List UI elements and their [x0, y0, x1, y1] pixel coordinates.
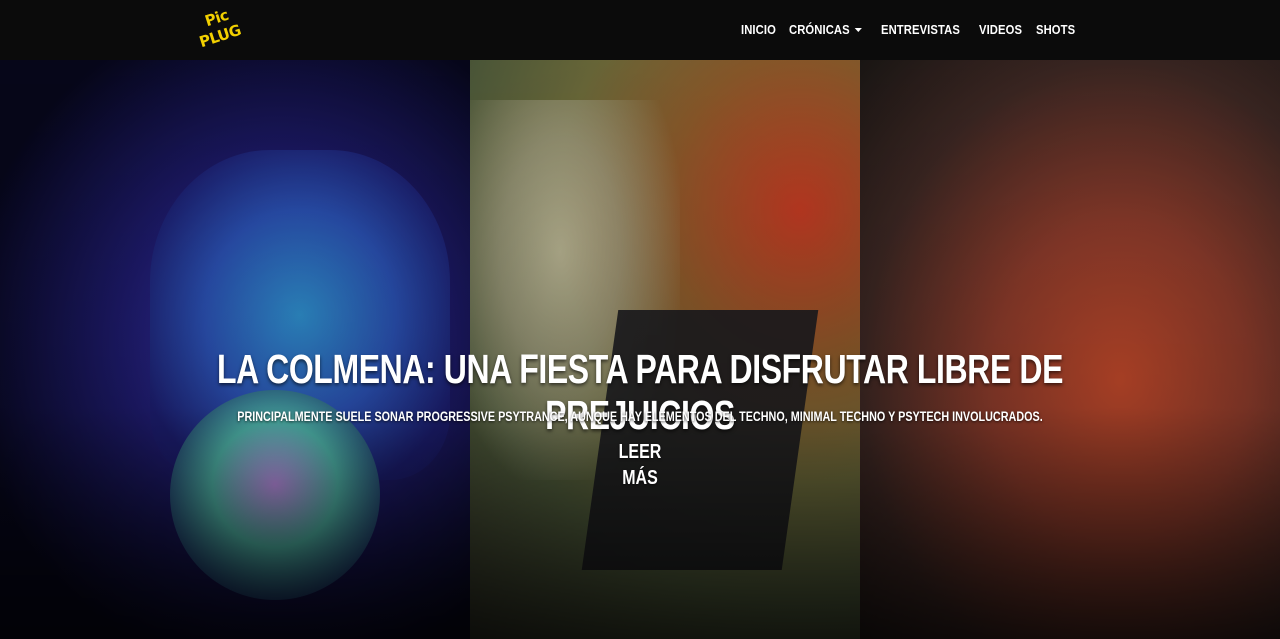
- nav-item-inicio[interactable]: INICIO: [741, 21, 776, 39]
- nav-item-cronicas-label: CRÓNICAS: [789, 23, 851, 37]
- logo-text-line2: PLUG: [197, 20, 244, 52]
- chevron-down-icon: [855, 28, 863, 32]
- nav-item-entrevistas[interactable]: ENTREVISTAS: [881, 21, 960, 39]
- hero-carousel: LA COLMENA: UNA FIESTA PARA DISFRUTAR LI…: [0, 60, 1280, 639]
- brand-logo[interactable]: Pic PLUG: [197, 6, 243, 51]
- read-more-link[interactable]: LEER MÁS: [600, 439, 680, 489]
- main-nav: INICIO CRÓNICAS ENTREVISTAS VIDEOS SHOTS: [741, 21, 1080, 39]
- nav-item-cronicas[interactable]: CRÓNICAS: [789, 21, 863, 39]
- nav-item-shots[interactable]: SHOTS: [1036, 21, 1075, 39]
- nav-item-videos[interactable]: VIDEOS: [979, 21, 1022, 39]
- hero-subtitle: PRINCIPALMENTE SUELE SONAR PROGRESSIVE P…: [237, 409, 1043, 424]
- navbar: Pic PLUG INICIO CRÓNICAS ENTREVISTAS VID…: [0, 0, 1280, 60]
